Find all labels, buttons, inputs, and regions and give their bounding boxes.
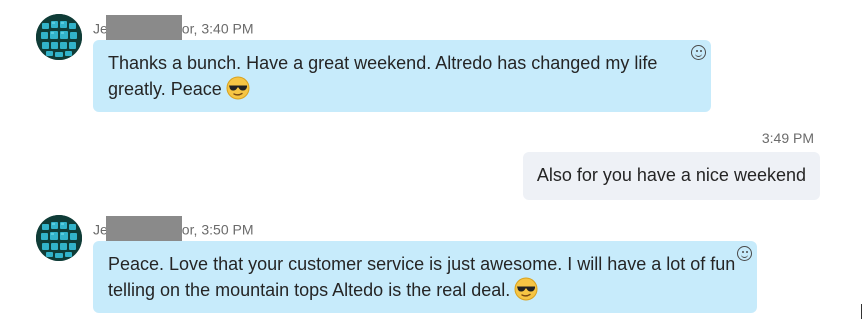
sunglasses-emoji — [514, 277, 538, 308]
message-time: 3:49 PM — [761, 130, 814, 146]
message-text: Peace. Love that your customer service i… — [108, 254, 736, 300]
avatar[interactable] — [36, 14, 82, 60]
sender-name-suffix: or — [181, 20, 194, 37]
incoming-message-bubble[interactable]: Thanks a bunch. Have a great weekend. Al… — [93, 40, 711, 112]
add-reaction-icon[interactable] — [691, 45, 706, 60]
redacted-name-block — [105, 216, 182, 242]
text-cursor — [861, 304, 862, 319]
redacted-name-block — [105, 15, 182, 41]
add-reaction-icon[interactable] — [737, 246, 752, 261]
sender-name-suffix: or — [181, 221, 194, 238]
message-text: Also for you have a nice weekend — [536, 165, 806, 185]
message-time: 3:50 PM — [201, 221, 254, 238]
message-text: Thanks a bunch. Have a great weekend. Al… — [108, 53, 658, 99]
sunglasses-emoji — [226, 76, 250, 107]
incoming-message-bubble[interactable]: Peace. Love that your customer service i… — [93, 241, 757, 313]
outgoing-message-bubble[interactable]: Also for you have a nice weekend — [522, 152, 820, 200]
message-time: 3:40 PM — [201, 20, 254, 37]
avatar[interactable] — [36, 215, 82, 261]
